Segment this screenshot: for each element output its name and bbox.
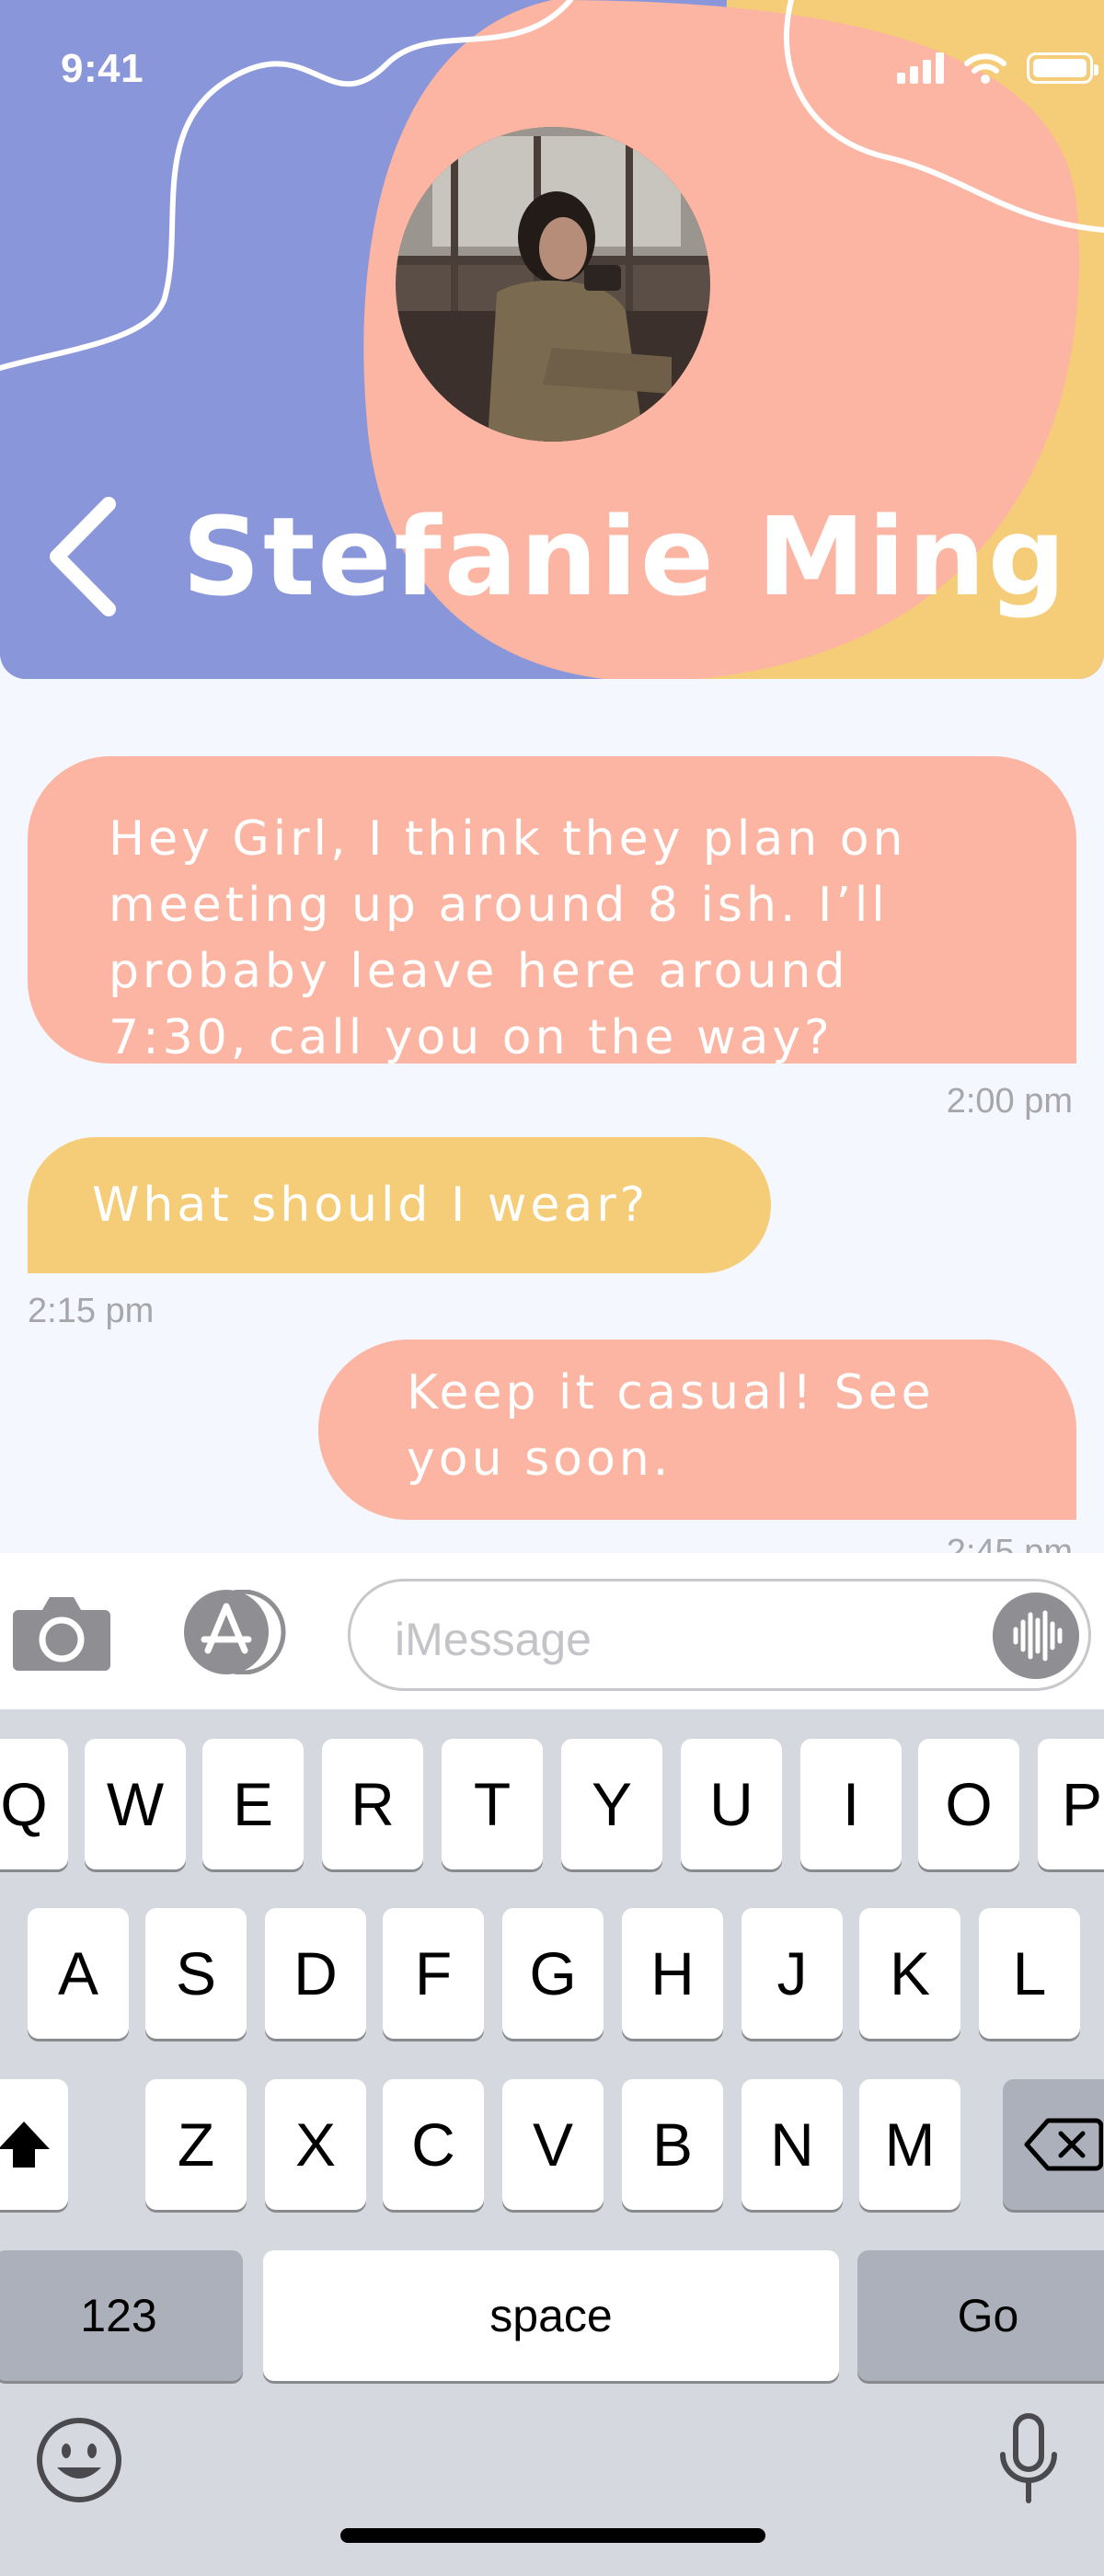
key-j[interactable]: J [742,1908,843,2039]
key-p[interactable]: P [1038,1739,1104,1869]
message-bubble-sent[interactable]: Hey Girl, I think they plan on meeting u… [28,756,1076,1065]
key-a[interactable]: A [28,1908,129,2039]
key-n[interactable]: N [742,2079,843,2210]
wifi-icon [964,53,1006,84]
imessage-input[interactable]: iMessage [348,1579,1091,1691]
message-bubble-sent[interactable]: Keep it casual! See you soon. [318,1340,1076,1520]
imessage-placeholder: iMessage [395,1614,592,1665]
battery-icon [1027,52,1098,84]
message-timestamp: 2:15 pm [28,1292,155,1330]
go-key[interactable]: Go [857,2250,1104,2381]
cellular-signal-icon [897,52,944,84]
key-m[interactable]: M [859,2079,960,2210]
message-timestamp: 2:45 pm [946,1533,1073,1553]
shift-key[interactable] [0,2079,68,2210]
key-w[interactable]: W [85,1739,186,1869]
key-f[interactable]: F [383,1908,484,2039]
key-x[interactable]: X [265,2079,366,2210]
delete-key[interactable] [1003,2079,1104,2210]
shift-icon [0,2122,50,2168]
message-text: Hey Girl, I think they plan on meeting u… [109,811,907,1065]
key-t[interactable]: T [442,1739,543,1869]
key-s[interactable]: S [145,1908,247,2039]
message-text: What should I wear? [92,1178,650,1233]
space-key[interactable]: space [263,2250,839,2381]
key-z[interactable]: Z [145,2079,247,2210]
status-time: 9:41 [61,46,144,91]
contact-avatar[interactable] [396,127,710,442]
key-c[interactable]: C [383,2079,484,2210]
key-h[interactable]: H [622,1908,723,2039]
key-v[interactable]: V [502,2079,604,2210]
key-k[interactable]: K [859,1908,960,2039]
key-q[interactable]: Q [0,1739,68,1869]
message-timestamp: 2:00 pm [946,1082,1073,1121]
message-bubble-received[interactable]: What should I wear? [28,1137,771,1273]
key-b[interactable]: B [622,2079,723,2210]
microphone-icon[interactable] [995,2412,1062,2508]
message-text: Keep it casual! See you soon. [407,1365,935,1487]
key-i[interactable]: I [800,1739,902,1869]
key-y[interactable]: Y [561,1739,662,1869]
message-input-bar: iMessage [0,1553,1104,1709]
key-l[interactable]: L [979,1908,1080,2039]
message-list[interactable]: Hey Girl, I think they plan on meeting u… [0,679,1104,1553]
conversation-header: 9:41 Stefanie Ming [0,0,1104,679]
numbers-key[interactable]: 123 [0,2250,243,2381]
camera-icon[interactable] [11,1592,112,1671]
key-o[interactable]: O [918,1739,1019,1869]
key-r[interactable]: R [322,1739,423,1869]
contact-name: Stefanie Ming [182,493,1069,620]
key-g[interactable]: G [502,1908,604,2039]
key-e[interactable]: E [202,1739,304,1869]
audio-waveform-icon[interactable] [993,1593,1079,1679]
emoji-icon[interactable] [35,2416,123,2504]
home-indicator[interactable] [340,2528,765,2543]
delete-icon [1024,2118,1103,2171]
app-store-icon[interactable] [177,1590,291,1674]
key-u[interactable]: U [681,1739,782,1869]
chevron-left-icon[interactable] [46,497,120,616]
keyboard: Q W E R T Y U I O P A S D F G H J K L Z … [0,1709,1104,2576]
key-d[interactable]: D [265,1908,366,2039]
status-icons [897,52,1098,85]
